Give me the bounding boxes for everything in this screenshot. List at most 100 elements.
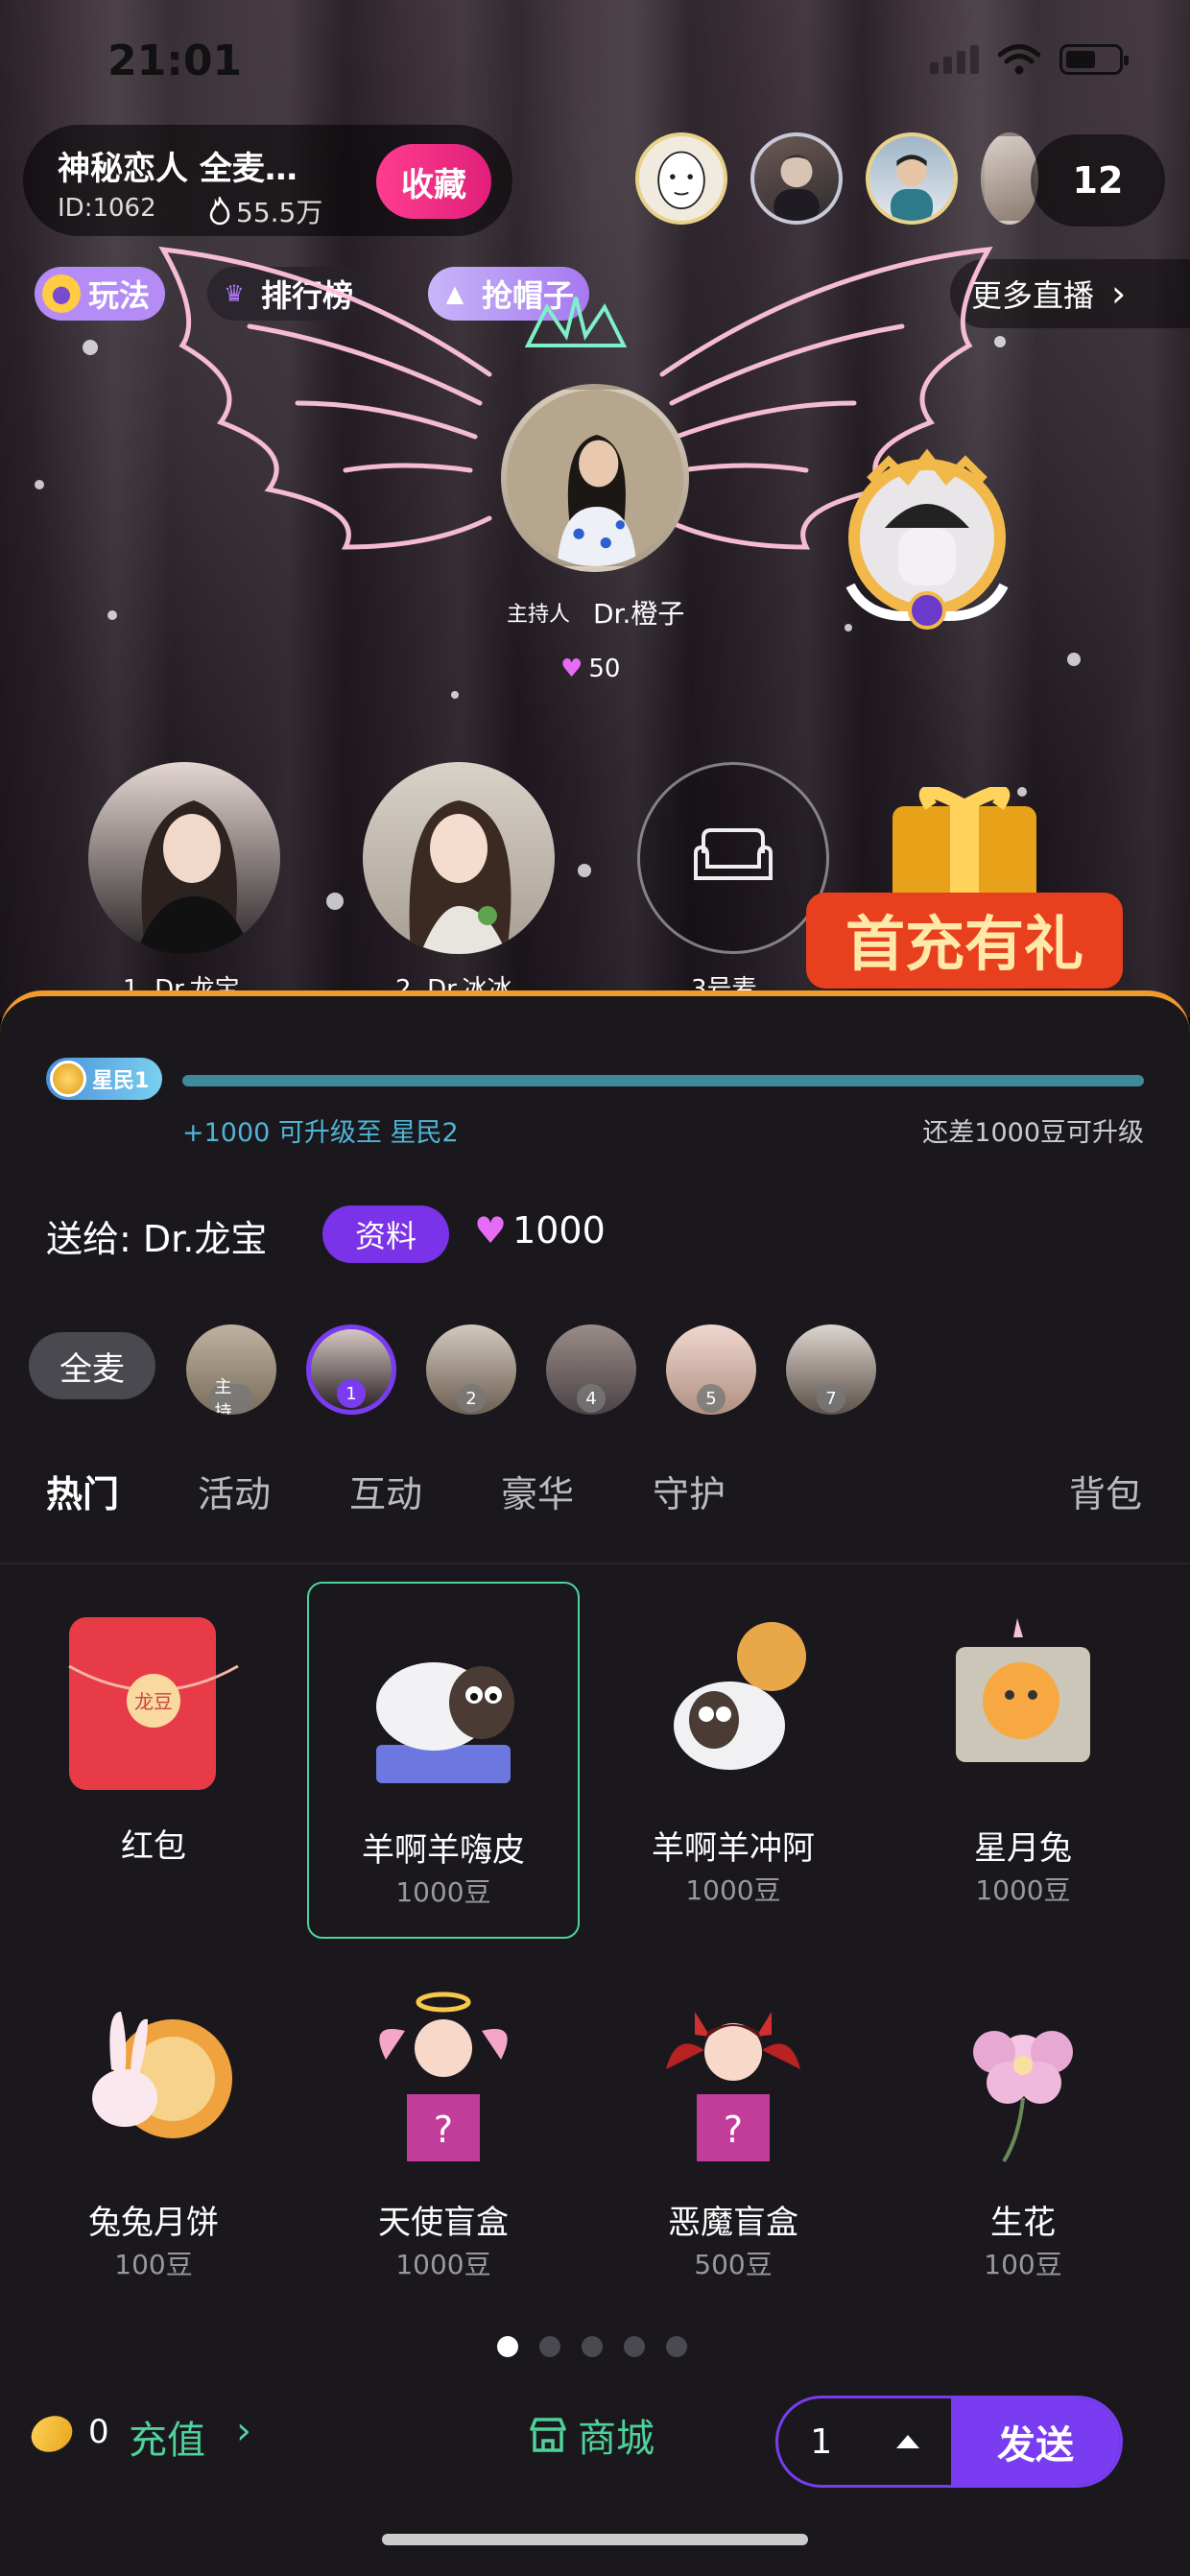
- tab-activity[interactable]: 活动: [198, 1465, 271, 1517]
- gift-pager: [497, 2336, 687, 2357]
- shop-button[interactable]: 商城: [528, 2407, 654, 2463]
- gift-item[interactable]: 兔兔月饼 100豆: [17, 1956, 290, 2313]
- gift-name: 兔兔月饼: [88, 2204, 219, 2242]
- status-time: 21:01: [107, 36, 243, 85]
- vip-guest-avatar[interactable]: [831, 441, 1023, 643]
- chevron-up-icon: [895, 2435, 919, 2448]
- wifi-icon: [998, 44, 1040, 75]
- gift-item[interactable]: 星月兔 1000豆: [887, 1582, 1159, 1939]
- star-moon-rabbit-icon: [956, 1618, 1090, 1762]
- promo-text: 首充有礼: [845, 909, 1083, 979]
- target-tag: 2: [457, 1384, 486, 1413]
- target-tag: 4: [577, 1384, 606, 1413]
- shop-icon: [530, 2418, 566, 2452]
- shop-label: 商城: [578, 2417, 654, 2461]
- gift-item[interactable]: 生花 100豆: [887, 1956, 1159, 2313]
- target-tag: 1: [337, 1379, 366, 1408]
- host-hearts-value: 50: [588, 655, 621, 683]
- gift-name: 羊啊羊冲阿: [652, 1829, 815, 1868]
- level-badge-label: 星民1: [92, 1069, 150, 1093]
- target-tag: 7: [817, 1384, 845, 1413]
- gift-item-selected[interactable]: 羊啊羊嗨皮 1000豆: [307, 1582, 580, 1939]
- svg-text:?: ?: [724, 2109, 743, 2151]
- send-to-label: 送给: Dr.龙宝: [46, 1218, 268, 1260]
- level-need-text: 还差1000豆可升级: [922, 1118, 1144, 1148]
- room-heat-value: 55.5万: [236, 197, 323, 228]
- gift-price: 500豆: [694, 2249, 773, 2280]
- host-avatar[interactable]: [501, 384, 689, 572]
- target-tag: 主持: [208, 1377, 254, 1415]
- gift-item[interactable]: ? 天使盲盒 1000豆: [307, 1956, 580, 2313]
- send-button[interactable]: 发送: [951, 2398, 1120, 2485]
- level-progress-bar: [182, 1075, 1144, 1086]
- sofa-icon: [694, 828, 773, 880]
- favorite-button[interactable]: 收藏: [376, 144, 491, 219]
- home-indicator[interactable]: [382, 2534, 808, 2545]
- room-info[interactable]: 神秘恋人 全麦… ID:1062 55.5万 收藏: [23, 125, 512, 236]
- status-icons: [930, 44, 1129, 75]
- tab-hot[interactable]: 热门: [46, 1465, 119, 1517]
- target-seat-1[interactable]: 1: [306, 1324, 396, 1415]
- recipient-hearts: ♥ 1000: [474, 1209, 606, 1252]
- target-seat-4[interactable]: 4: [546, 1324, 636, 1415]
- angel-blind-box-icon: ?: [379, 1992, 508, 2161]
- online-count[interactable]: 12: [1031, 134, 1165, 227]
- bean-coin-icon: [25, 2409, 79, 2459]
- room-title: 神秘恋人 全麦…: [58, 150, 298, 188]
- flower-icon: [973, 2031, 1073, 2163]
- svg-text:?: ?: [434, 2109, 453, 2151]
- level-medal-icon: [50, 1061, 86, 1097]
- rabbit-mooncake-icon: [92, 2012, 232, 2138]
- planet-icon: ●: [42, 274, 81, 313]
- level-badge: 星民1: [46, 1058, 163, 1100]
- audience-avatar-2[interactable]: [750, 132, 843, 225]
- tab-divider: [0, 1562, 1190, 1564]
- profile-button[interactable]: 资料: [322, 1205, 449, 1263]
- gift-name: 红包: [121, 1827, 186, 1866]
- page-dot[interactable]: [582, 2336, 603, 2357]
- balance-value: 0: [88, 2413, 109, 2451]
- target-host[interactable]: 主持: [186, 1324, 276, 1415]
- page-dot[interactable]: [624, 2336, 645, 2357]
- gift-item[interactable]: ? 恶魔盲盒 500豆: [597, 1956, 869, 2313]
- quantity-selector[interactable]: 1: [778, 2398, 951, 2485]
- recharge-button[interactable]: 充值: [129, 2409, 205, 2465]
- tab-backpack[interactable]: 背包: [1069, 1465, 1142, 1517]
- page-dot[interactable]: [497, 2336, 518, 2357]
- mic-seat-2[interactable]: [363, 762, 555, 954]
- tab-guard[interactable]: 守护: [653, 1465, 726, 1517]
- gift-name: 羊啊羊嗨皮: [362, 1831, 525, 1870]
- send-control: 1 发送: [775, 2396, 1123, 2488]
- target-seat-2[interactable]: 2: [426, 1324, 516, 1415]
- room-heat: 55.5万: [207, 192, 322, 230]
- all-mic-button[interactable]: 全麦: [29, 1332, 155, 1399]
- page-dot[interactable]: [539, 2336, 560, 2357]
- chevron-right-icon: ›: [1111, 273, 1127, 315]
- gift-item[interactable]: 龙豆 红包: [17, 1582, 290, 1939]
- gift-item[interactable]: 羊啊羊冲阿 1000豆: [597, 1582, 869, 1939]
- battery-icon: [1059, 44, 1129, 75]
- audience-avatar-1[interactable]: [635, 132, 727, 225]
- devil-blind-box-icon: ?: [666, 2012, 800, 2161]
- page-dot[interactable]: [666, 2336, 687, 2357]
- red-packet-text: 龙豆: [134, 1690, 173, 1713]
- tab-interactive[interactable]: 互动: [349, 1465, 422, 1517]
- chevron-right-icon[interactable]: ›: [236, 2409, 251, 2453]
- target-seat-7[interactable]: 7: [786, 1324, 876, 1415]
- target-seat-5[interactable]: 5: [666, 1324, 756, 1415]
- tab-luxury[interactable]: 豪华: [501, 1465, 574, 1517]
- gift-price: 100豆: [984, 2249, 1062, 2280]
- tag-play-label: 玩法: [88, 277, 151, 314]
- gift-price: 1000豆: [685, 1874, 781, 1906]
- recipient-hearts-value: 1000: [512, 1209, 606, 1252]
- gift-bottom-bar: 0 充值 › 商城 1 发送: [0, 2363, 1190, 2488]
- gift-name: 星月兔: [974, 1829, 1072, 1868]
- audience-avatar-4[interactable]: [981, 132, 1038, 225]
- gift-name: 恶魔盲盒: [668, 2204, 798, 2242]
- audience-avatar-3[interactable]: [866, 132, 958, 225]
- quantity-value: 1: [810, 2421, 833, 2462]
- fire-icon: [209, 197, 230, 226]
- mic-seat-1[interactable]: [88, 762, 280, 954]
- first-recharge-promo[interactable]: 首充有礼: [787, 787, 1152, 1008]
- host-role: 主持人: [507, 603, 571, 627]
